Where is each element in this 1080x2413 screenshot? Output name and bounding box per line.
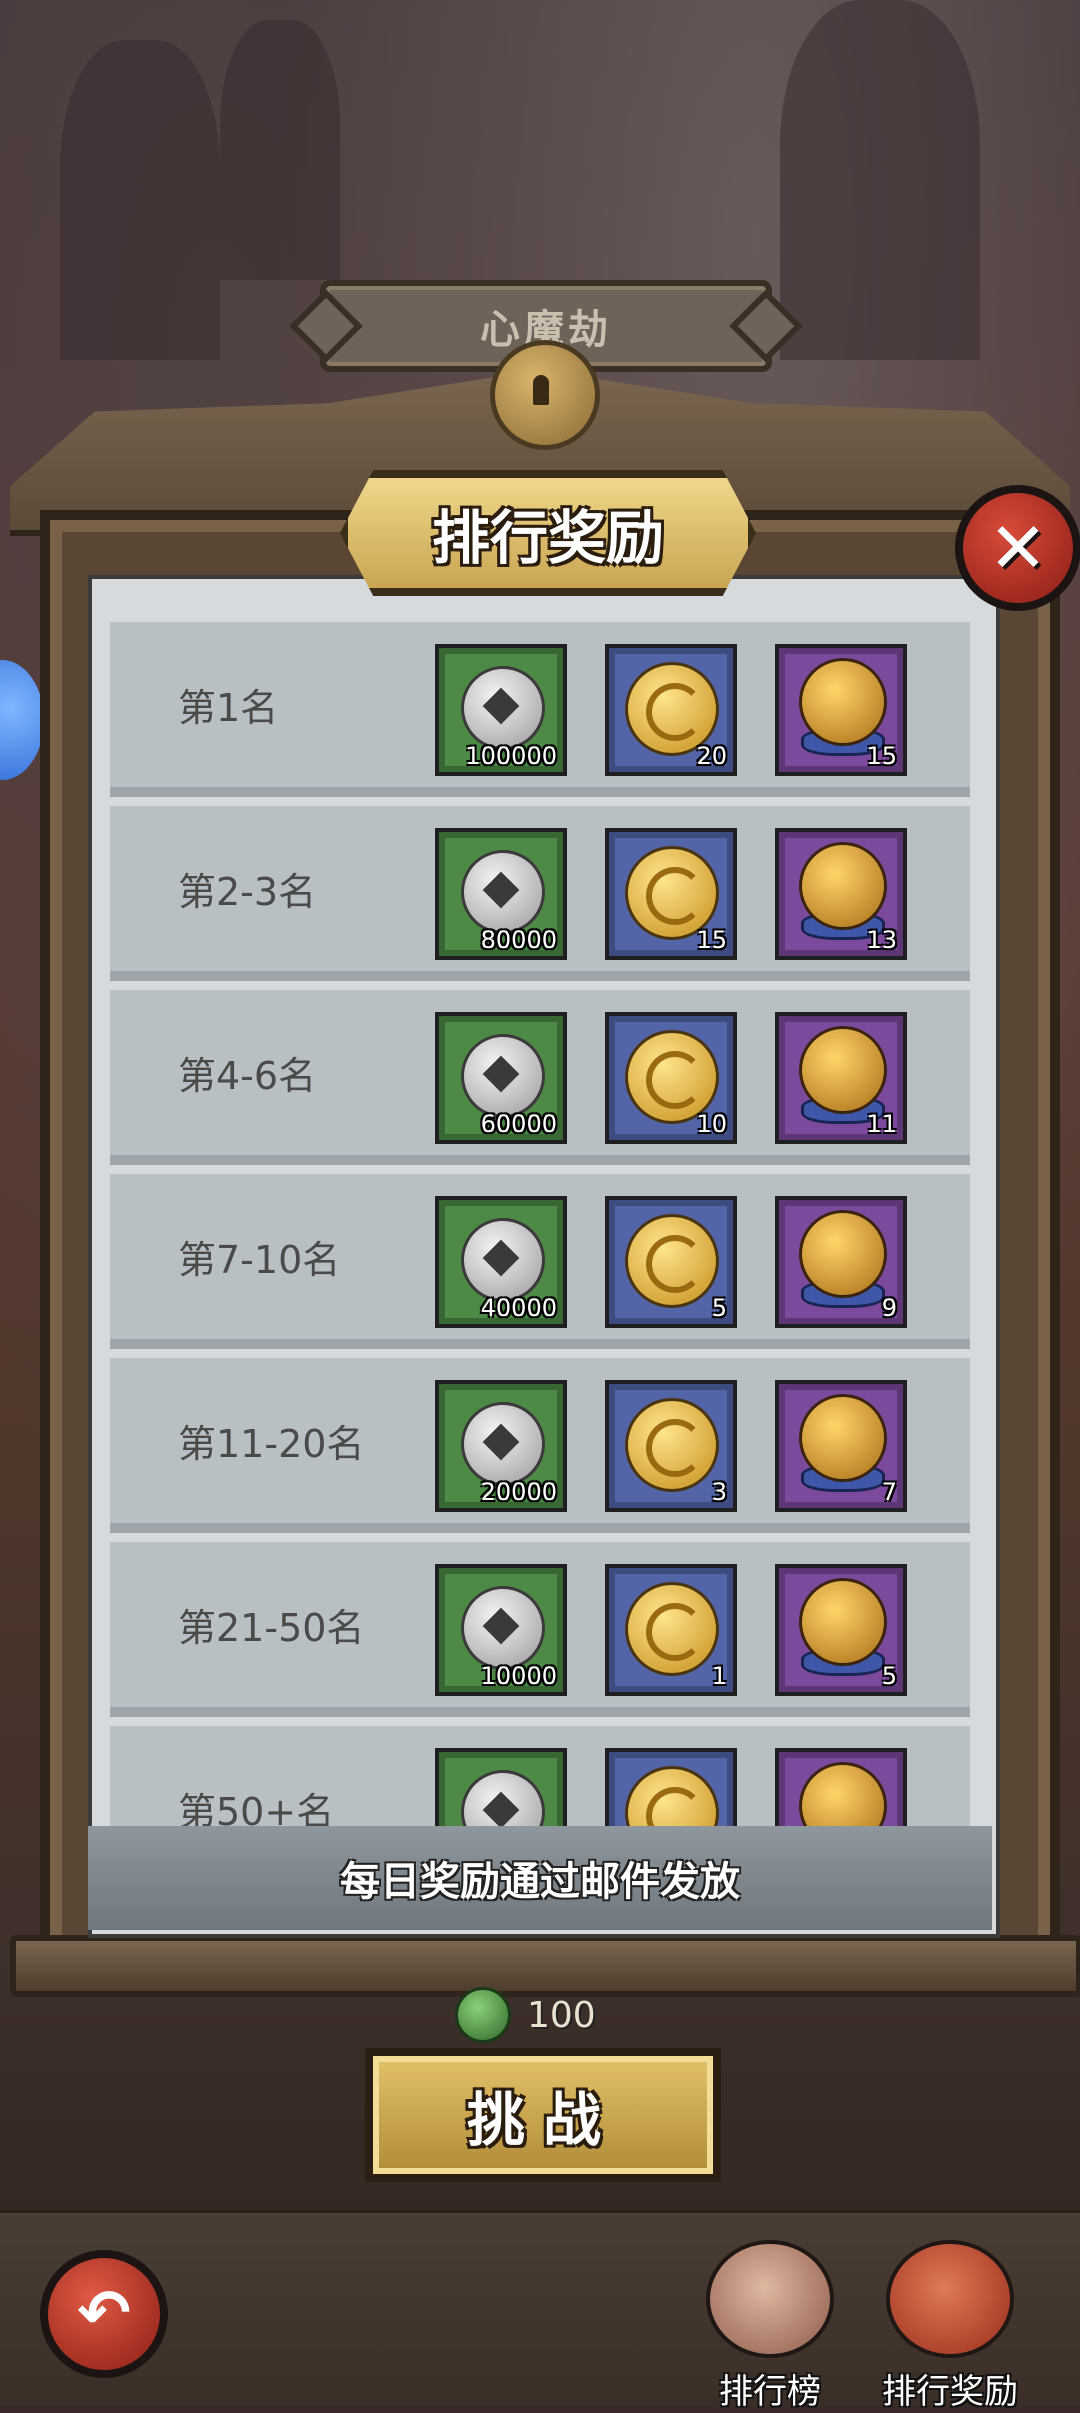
rank-label: 第1名 [178, 686, 279, 730]
scroll-icon [706, 2240, 834, 2358]
nav-rank-rewards[interactable]: 排行奖励 [870, 2240, 1030, 2413]
challenge-button[interactable]: 挑战 [365, 2048, 721, 2182]
reward-quantity: 10000 [480, 1662, 557, 1690]
reward-item[interactable]: 20 [605, 644, 737, 776]
reward-quantity: 40000 [480, 1294, 557, 1322]
reward-item[interactable]: 9 [775, 1196, 907, 1328]
reward-item[interactable]: 100000 [435, 644, 567, 776]
rank-label: 第7-10名 [178, 1238, 341, 1282]
rank-label: 第2-3名 [178, 870, 317, 914]
demon-mask-icon [886, 2240, 1014, 2358]
golden-orb-icon [799, 1578, 887, 1666]
reward-item[interactable]: 60000 [435, 1012, 567, 1144]
golden-orb-icon [799, 1394, 887, 1482]
reward-quantity: 20 [696, 742, 727, 770]
dialog-title-banner: 排行奖励 [340, 470, 756, 596]
reward-item[interactable]: 10 [605, 1012, 737, 1144]
reward-quantity: 7 [881, 1478, 897, 1506]
reward-item[interactable]: 5 [605, 1196, 737, 1328]
nav-rank-rewards-label: 排行奖励 [882, 2372, 1018, 2412]
reward-item[interactable]: 5 [775, 1564, 907, 1696]
silver-coin-icon [461, 666, 545, 750]
silver-coin-icon [461, 1770, 545, 1826]
reward-row: 第7-10名 40000 5 9 [110, 1174, 970, 1349]
green-token-icon [455, 1987, 511, 2043]
silver-coin-icon [461, 850, 545, 934]
nav-leaderboard-label: 排行榜 [719, 2372, 821, 2412]
reward-item[interactable] [605, 1748, 737, 1826]
rank-label: 第21-50名 [178, 1606, 365, 1650]
gold-coin-icon [625, 1582, 719, 1676]
reward-quantity: 15 [866, 742, 897, 770]
close-icon: ✕ [988, 507, 1048, 589]
reward-item[interactable]: 11 [775, 1012, 907, 1144]
reward-row: 第11-20名 20000 3 7 [110, 1358, 970, 1533]
lock-ornament-icon [490, 340, 600, 450]
reward-quantity: 3 [711, 1478, 727, 1506]
reward-row: 第1名 100000 20 15 [110, 622, 970, 797]
reward-item[interactable]: 15 [605, 828, 737, 960]
challenge-button-label: 挑战 [466, 2086, 619, 2154]
frame-base [10, 1935, 1080, 1997]
reward-item[interactable] [435, 1748, 567, 1826]
reward-quantity: 5 [711, 1294, 727, 1322]
reward-item[interactable]: 7 [775, 1380, 907, 1512]
reward-row: 第2-3名 80000 15 13 [110, 806, 970, 981]
reward-quantity: 11 [866, 1110, 897, 1138]
reward-quantity: 20000 [480, 1478, 557, 1506]
mail-notice: 每日奖励通过邮件发放 [88, 1826, 992, 1930]
rank-label: 第11-20名 [178, 1422, 365, 1466]
mail-notice-text: 每日奖励通过邮件发放 [340, 1859, 740, 1905]
dialog-title: 排行奖励 [431, 504, 664, 572]
reward-item[interactable]: 13 [775, 828, 907, 960]
silver-coin-icon [461, 1218, 545, 1302]
silver-coin-icon [461, 1034, 545, 1118]
cost-value: 100 [527, 1994, 596, 2036]
reward-item[interactable]: 15 [775, 644, 907, 776]
reward-quantity: 13 [866, 926, 897, 954]
reward-quantity: 100000 [465, 742, 557, 770]
golden-orb-icon [799, 1762, 887, 1826]
golden-orb-icon [799, 842, 887, 930]
reward-item[interactable]: 10000 [435, 1564, 567, 1696]
reward-quantity: 60000 [480, 1110, 557, 1138]
reward-row: 第50+名 [110, 1726, 970, 1826]
golden-orb-icon [799, 1026, 887, 1114]
golden-orb-icon [799, 1210, 887, 1298]
reward-item[interactable]: 3 [605, 1380, 737, 1512]
silver-coin-icon [461, 1586, 545, 1670]
close-button[interactable]: ✕ [955, 485, 1080, 611]
reward-quantity: 10 [696, 1110, 727, 1138]
back-button[interactable]: ↶ [40, 2250, 168, 2378]
rank-label: 第50+名 [178, 1790, 335, 1826]
back-arrow-icon: ↶ [77, 2277, 131, 2351]
challenge-cost: 100 [455, 1987, 596, 2043]
reward-item[interactable]: 1 [605, 1564, 737, 1696]
reward-item[interactable]: 40000 [435, 1196, 567, 1328]
reward-quantity: 9 [881, 1294, 897, 1322]
reward-quantity: 5 [881, 1662, 897, 1690]
rank-label: 第4-6名 [178, 1054, 317, 1098]
reward-item[interactable]: 20000 [435, 1380, 567, 1512]
gold-coin-icon [625, 1214, 719, 1308]
reward-item[interactable] [775, 1748, 907, 1826]
reward-quantity: 80000 [480, 926, 557, 954]
golden-orb-icon [799, 658, 887, 746]
gold-coin-icon [625, 1398, 719, 1492]
reward-quantity: 15 [696, 926, 727, 954]
reward-row: 第4-6名 60000 10 11 [110, 990, 970, 1165]
gold-coin-icon [625, 1766, 719, 1826]
reward-row: 第21-50名 10000 1 5 [110, 1542, 970, 1717]
silver-coin-icon [461, 1402, 545, 1486]
reward-item[interactable]: 80000 [435, 828, 567, 960]
nav-leaderboard[interactable]: 排行榜 [690, 2240, 850, 2413]
reward-quantity: 1 [711, 1662, 727, 1690]
